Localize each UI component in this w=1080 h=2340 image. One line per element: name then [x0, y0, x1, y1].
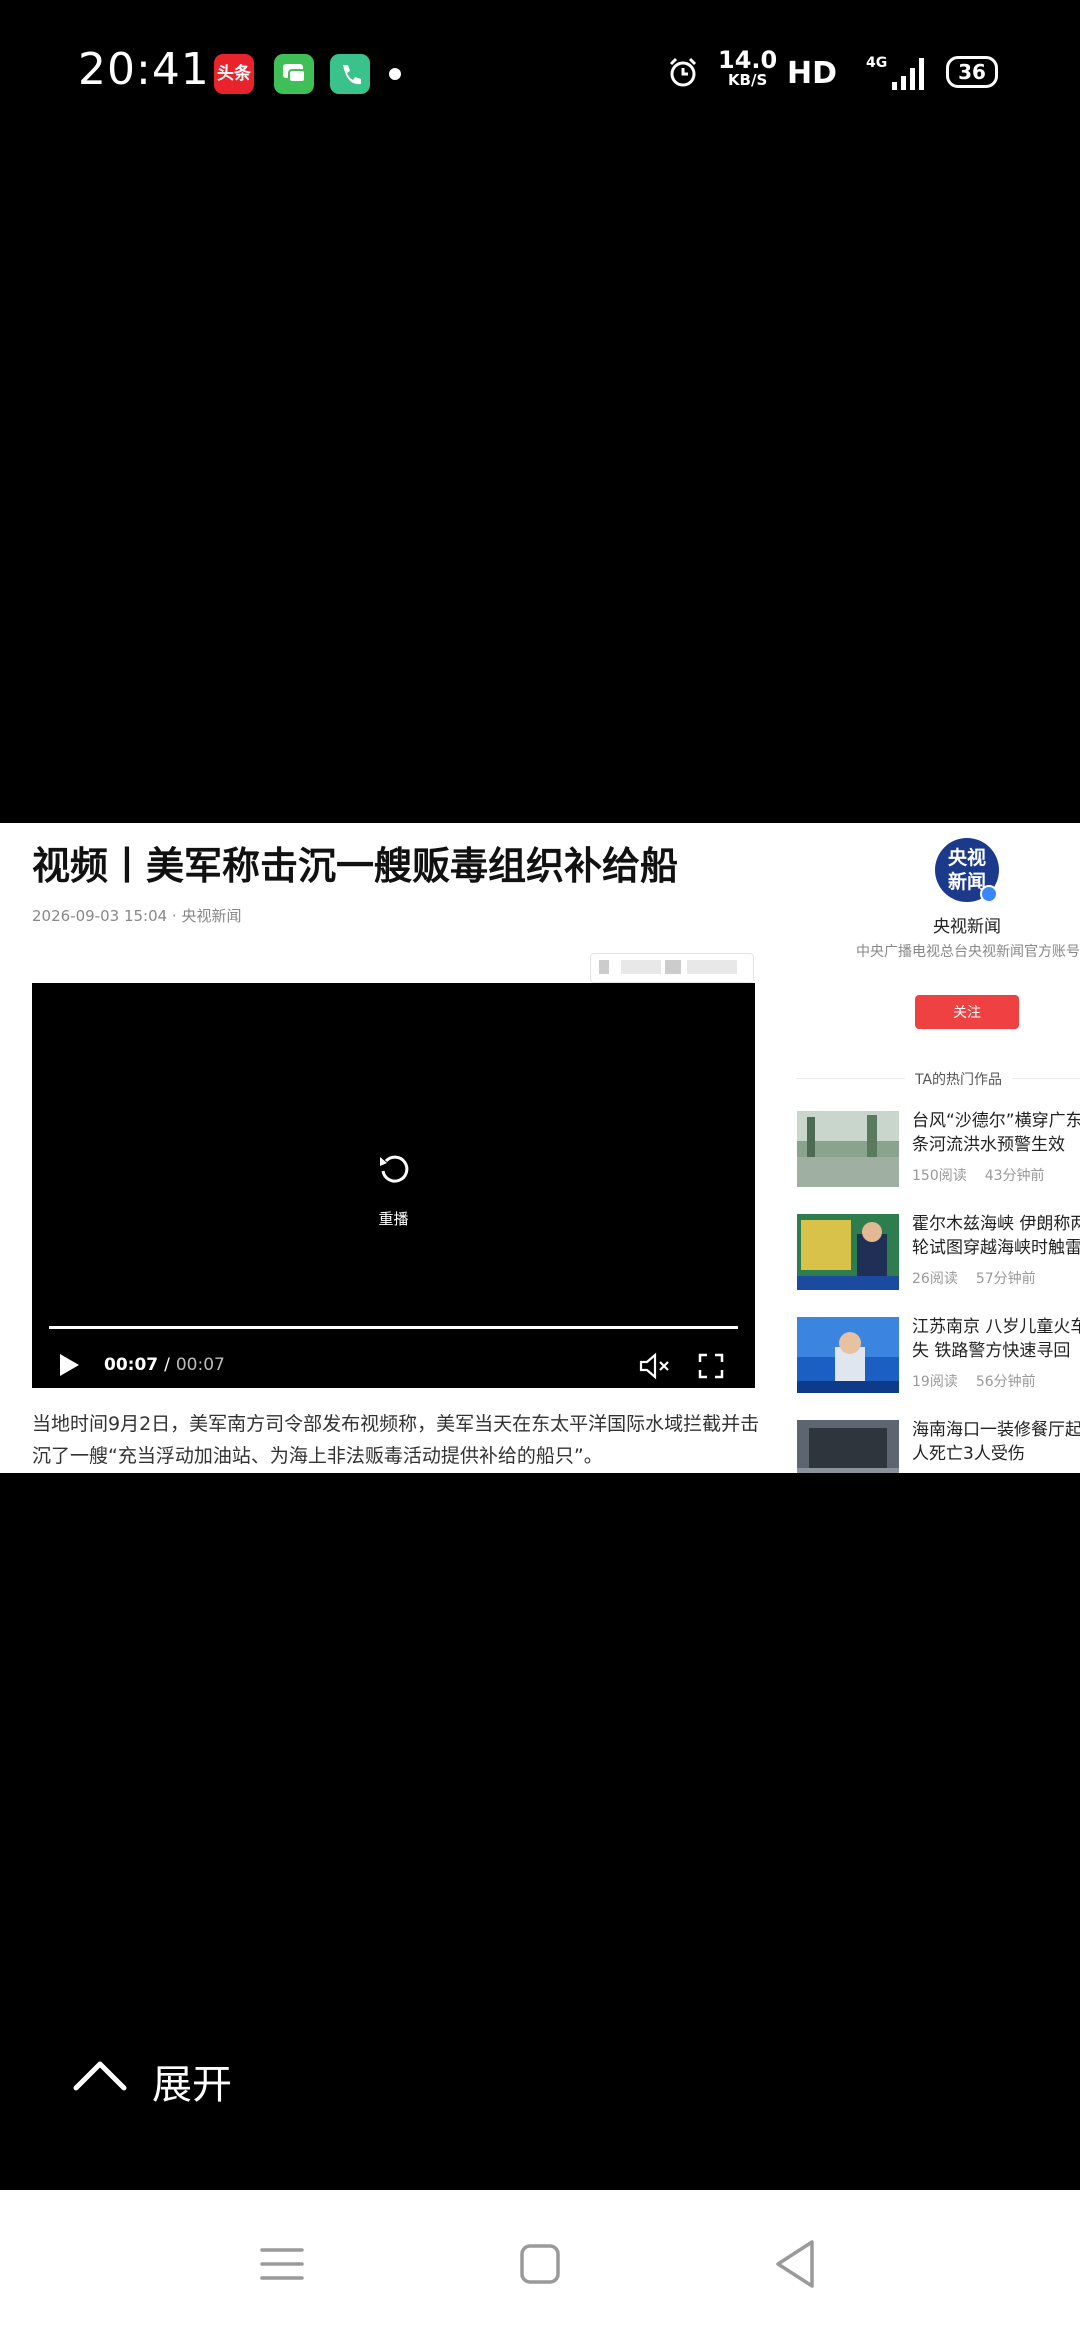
progress-bar[interactable]: [49, 1326, 738, 1329]
hot-item-title: 海南海口一装修餐厅起 人死亡3人受伤: [912, 1420, 1080, 1464]
article-panel: 视频丨美军称击沉一艘贩毒组织补给船 2026-09-03 15:04 · 央视新…: [0, 823, 1080, 1473]
status-time: 20:41: [78, 44, 210, 95]
navigation-bar: [0, 2190, 1080, 2340]
verified-badge-icon: [980, 885, 998, 903]
replay-icon[interactable]: [376, 1151, 412, 1187]
thumbnail: [797, 1111, 899, 1187]
thumbnail: [797, 1214, 899, 1290]
home-icon[interactable]: [510, 2234, 570, 2294]
signal-icon: 4G: [866, 55, 924, 90]
article-title: 视频丨美军称击沉一艘贩毒组织补给船: [32, 844, 679, 888]
replay-label[interactable]: 重播: [32, 1208, 755, 1229]
hot-item[interactable]: 台风“沙德尔”横穿广东 条河流洪水预警生效 150阅读 43分钟前: [797, 1111, 1080, 1189]
phone-icon: [330, 54, 370, 94]
battery-indicator: 36: [946, 56, 998, 88]
mute-icon[interactable]: [638, 1352, 670, 1380]
network-speed: 14.0 KB/S: [718, 46, 778, 89]
time-separator: /: [164, 1355, 170, 1375]
hot-item-meta: 26阅读 57分钟前: [912, 1271, 1036, 1287]
hot-item[interactable]: 江苏南京 八岁儿童火车失 铁路警方快速寻回 19阅读 56分钟前: [797, 1317, 1080, 1395]
account-name[interactable]: 央视新闻: [900, 912, 1034, 937]
expand-label: 展开: [152, 2062, 232, 2108]
hot-item-meta: 150阅读 43分钟前: [912, 1168, 1045, 1184]
hot-item-title: 台风“沙德尔”横穿广东 条河流洪水预警生效: [912, 1111, 1080, 1155]
video-player[interactable]: 重播 00:07/00:07: [32, 983, 755, 1388]
article-body: 当地时间9月2日，美军南方司令部发布视频称，美军当天在东太平洋国际水域拦截并击沉…: [32, 1413, 760, 1467]
status-bar: 20:41 头条 14.0 KB/S HD 4G 36: [0, 0, 1080, 150]
alarm-icon: [669, 57, 697, 87]
hot-item-meta: 19阅读 56分钟前: [912, 1374, 1036, 1390]
ad-placeholder: [590, 953, 754, 983]
account-description: 中央广播电视总台央视新闻官方账号: [856, 944, 1080, 960]
follow-button[interactable]: 关注: [915, 995, 1019, 1029]
hot-item-title: 霍尔木兹海峡 伊朗称两 轮试图穿越海峡时触雷: [912, 1214, 1080, 1258]
article-meta: 2026-09-03 15:04 · 央视新闻: [32, 907, 242, 925]
messages-icon: [274, 54, 314, 94]
video-timecode: 00:07/00:07: [104, 1355, 225, 1375]
svg-text:4G: 4G: [866, 55, 887, 71]
fullscreen-icon[interactable]: [698, 1353, 724, 1379]
hot-item[interactable]: 海南海口一装修餐厅起 人死亡3人受伤: [797, 1420, 1080, 1473]
play-icon[interactable]: [58, 1353, 80, 1377]
hot-item[interactable]: 霍尔木兹海峡 伊朗称两 轮试图穿越海峡时触雷 26阅读 57分钟前: [797, 1214, 1080, 1292]
hd-indicator: HD: [787, 56, 838, 91]
toutiao-icon: 头条: [214, 54, 254, 94]
hot-works-title: TA的热门作品: [905, 1069, 1013, 1089]
notification-dot: [389, 68, 401, 80]
thumbnail: [797, 1317, 899, 1393]
hot-item-title: 江苏南京 八岁儿童火车失 铁路警方快速寻回: [912, 1317, 1080, 1361]
back-icon[interactable]: [766, 2234, 826, 2294]
thumbnail: [797, 1420, 899, 1473]
menu-icon[interactable]: [252, 2234, 312, 2294]
duration: 00:07: [175, 1355, 225, 1375]
current-time: 00:07: [104, 1355, 159, 1375]
chevron-up-icon: [73, 2061, 127, 2091]
